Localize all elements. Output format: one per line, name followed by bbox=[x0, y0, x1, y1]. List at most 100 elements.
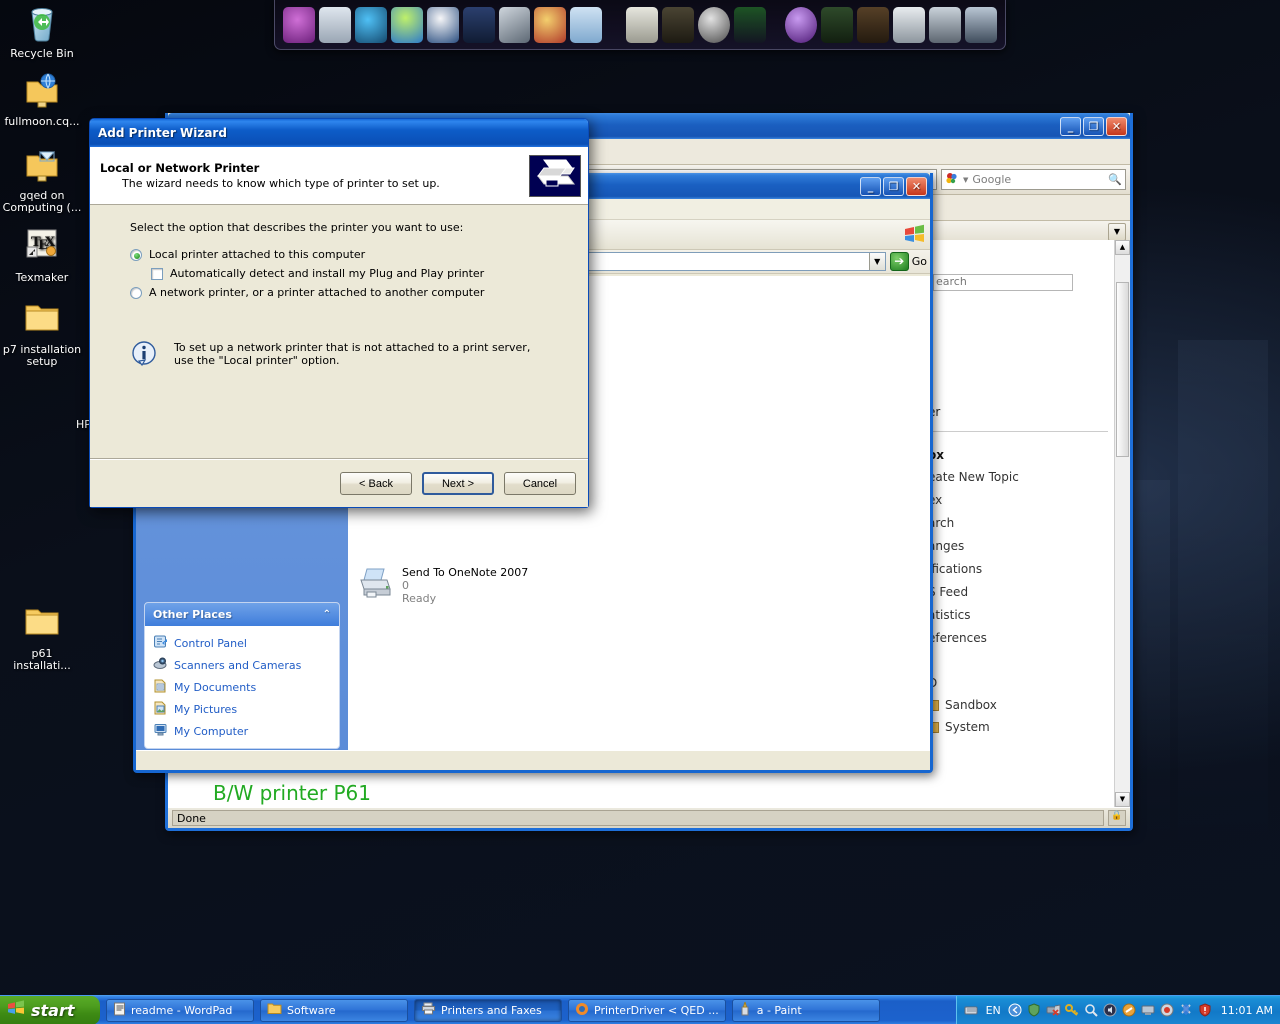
link-my-documents[interactable]: My Documents bbox=[153, 676, 331, 698]
sidebar-item[interactable]: arch bbox=[928, 516, 1108, 530]
sidebar-item[interactable]: anges bbox=[928, 539, 1108, 553]
taskbar-item-software[interactable]: Software bbox=[260, 998, 408, 1022]
volume-icon[interactable] bbox=[1103, 1003, 1118, 1018]
show-hidden-icon[interactable] bbox=[1008, 1003, 1023, 1018]
search-engine-chevron-icon[interactable]: ▼ bbox=[963, 176, 968, 184]
taskbar-item-a-paint[interactable]: a - Paint bbox=[731, 998, 880, 1022]
folder-blue-icon[interactable] bbox=[570, 6, 603, 43]
warning-display-icon[interactable] bbox=[661, 6, 694, 43]
minimize-icon[interactable]: _ bbox=[1060, 116, 1081, 136]
magnifier-icon[interactable] bbox=[1084, 1003, 1099, 1018]
penguin-icon[interactable] bbox=[283, 6, 315, 43]
chevron-up-icon[interactable]: ⌃ bbox=[323, 609, 331, 620]
checkbox-autodetect[interactable]: Automatically detect and install my Plug… bbox=[151, 267, 548, 280]
desktop-icon-p61-installation[interactable]: p61 installati... bbox=[0, 604, 88, 672]
security-alert-icon[interactable] bbox=[1198, 1002, 1213, 1018]
start-button[interactable]: start bbox=[0, 995, 100, 1024]
safely-remove-icon[interactable] bbox=[1122, 1003, 1137, 1018]
desktop-icon-texmaker[interactable]: T E X Texmaker bbox=[0, 228, 84, 284]
scroll-thumb[interactable] bbox=[1116, 282, 1129, 457]
next-button[interactable]: Next > bbox=[422, 472, 494, 495]
taskbar-item-printers-and-faxes[interactable]: Printers and Faxes bbox=[414, 998, 562, 1022]
radio-icon[interactable] bbox=[130, 248, 142, 261]
science-flask-icon[interactable] bbox=[821, 6, 854, 43]
maximize-icon[interactable]: ❐ bbox=[1083, 116, 1104, 136]
harddisk-icon[interactable] bbox=[893, 6, 926, 43]
firefox-search-box[interactable]: ▼ Google 🔍 bbox=[941, 169, 1126, 190]
wiki-search-input[interactable]: earch bbox=[933, 274, 1073, 291]
clock[interactable]: 11:01 AM bbox=[1217, 1004, 1273, 1017]
minimize-icon[interactable]: _ bbox=[860, 176, 881, 196]
other-places-group[interactable]: Other Places ⌃ Control Panel Scanners an… bbox=[144, 602, 340, 749]
cancel-button[interactable]: Cancel bbox=[504, 472, 576, 495]
desktop-icon-recycle-bin[interactable]: Recycle Bin bbox=[0, 4, 84, 60]
imac-icon[interactable] bbox=[318, 6, 351, 43]
games-icon[interactable] bbox=[929, 6, 962, 43]
link-control-panel[interactable]: Control Panel bbox=[153, 632, 331, 654]
link-scanners-and-cameras[interactable]: Scanners and Cameras bbox=[153, 654, 331, 676]
calculator-icon[interactable] bbox=[625, 6, 658, 43]
link-my-pictures[interactable]: My Pictures bbox=[153, 698, 331, 720]
link-my-computer[interactable]: My Computer bbox=[153, 720, 331, 742]
address-chevron-icon[interactable]: ▼ bbox=[868, 253, 885, 270]
sidebar-item[interactable]: er bbox=[928, 405, 1108, 419]
taskbar-item-printerdriver[interactable]: PrinterDriver < QED ... bbox=[568, 998, 726, 1022]
system-tray[interactable]: EN 11:01 AM bbox=[955, 995, 1280, 1024]
messenger-icon[interactable] bbox=[390, 6, 423, 43]
firefox-icon[interactable] bbox=[426, 6, 459, 43]
shield-green-icon[interactable] bbox=[1027, 1002, 1042, 1018]
radioactive-folder-icon[interactable] bbox=[857, 6, 890, 43]
printers-window-controls[interactable]: _ ❐ ✕ bbox=[860, 176, 930, 196]
back-button[interactable]: < Back bbox=[340, 472, 412, 495]
keyboard-icon[interactable] bbox=[964, 1003, 979, 1018]
scroll-down-icon[interactable]: ▼ bbox=[1115, 792, 1130, 807]
firefox-window-controls[interactable]: _ ❐ ✕ bbox=[1060, 116, 1130, 136]
firefox-sidebar[interactable]: er ox eate New Topic ex arch anges ifica… bbox=[928, 405, 1108, 734]
palette-icon[interactable] bbox=[534, 6, 567, 43]
add-printer-wizard-dialog[interactable]: Add Printer Wizard Local or Network Prin… bbox=[89, 118, 589, 508]
sidebar-item[interactable]: ex bbox=[928, 493, 1108, 507]
scroll-up-icon[interactable]: ▲ bbox=[1115, 240, 1130, 255]
other-places-header[interactable]: Other Places ⌃ bbox=[145, 603, 339, 626]
sidebar-item[interactable]: D bbox=[928, 676, 1108, 690]
key-icon[interactable] bbox=[1064, 1003, 1080, 1018]
desktop-icon-gqed[interactable]: gqed on Computing (... bbox=[0, 146, 88, 214]
amarok-icon[interactable] bbox=[785, 6, 818, 43]
go-button[interactable]: ➔ Go bbox=[889, 252, 927, 271]
sidebar-item-sandbox[interactable]: Sandbox bbox=[928, 698, 1108, 712]
movie-icon[interactable] bbox=[462, 6, 495, 43]
radio-icon[interactable] bbox=[130, 286, 142, 299]
wizard-titlebar[interactable]: Add Printer Wizard bbox=[90, 119, 588, 147]
sidebar-item[interactable]: atistics bbox=[928, 608, 1108, 622]
desktop-icon-p7-installation[interactable]: p7 installation setup bbox=[0, 300, 88, 368]
thunderbird-icon[interactable] bbox=[354, 6, 387, 43]
audio-meter-icon[interactable] bbox=[733, 6, 766, 43]
close-icon[interactable]: ✕ bbox=[1106, 116, 1127, 136]
maximize-icon[interactable]: ❐ bbox=[883, 176, 904, 196]
power-icon[interactable] bbox=[697, 6, 730, 43]
monitor-icon[interactable] bbox=[1141, 1003, 1156, 1018]
language-indicator[interactable]: EN bbox=[983, 1004, 1004, 1017]
sidebar-item[interactable]: S Feed bbox=[928, 585, 1108, 599]
checkbox-icon[interactable] bbox=[151, 267, 163, 280]
antivirus-icon[interactable] bbox=[1160, 1003, 1175, 1018]
taskbar-item-readme-wordpad[interactable]: readme - WordPad bbox=[106, 998, 254, 1022]
desktop-icon-fullmoon[interactable]: fullmoon.cq... bbox=[0, 72, 84, 128]
search-icon[interactable]: 🔍 bbox=[1108, 173, 1122, 186]
radio-local-printer[interactable]: Local printer attached to this computer bbox=[130, 248, 548, 261]
sidebar-item-system[interactable]: System bbox=[928, 720, 1108, 734]
tab-list-chevron-icon[interactable]: ▼ bbox=[1108, 222, 1126, 241]
sidebar-item[interactable]: eate New Topic bbox=[928, 470, 1108, 484]
radio-network-printer[interactable]: A network printer, or a printer attached… bbox=[130, 286, 548, 299]
network-disconnected-icon[interactable] bbox=[1046, 1003, 1061, 1018]
close-icon[interactable]: ✕ bbox=[906, 176, 927, 196]
display-icon[interactable] bbox=[965, 6, 997, 43]
sidebar-item[interactable]: eferences bbox=[928, 631, 1108, 645]
dock[interactable] bbox=[274, 0, 1006, 50]
paint-brush-icon[interactable] bbox=[498, 6, 531, 43]
firefox-scrollbar[interactable]: ▲ ▼ bbox=[1114, 240, 1130, 807]
printer-list-item[interactable]: Send To OneNote 2007 0 Ready bbox=[348, 562, 930, 611]
sidebar-item[interactable]: ifications bbox=[928, 562, 1108, 576]
defender-icon[interactable] bbox=[1179, 1003, 1194, 1018]
taskbar[interactable]: start readme - WordPad Software Printers… bbox=[0, 995, 1280, 1024]
